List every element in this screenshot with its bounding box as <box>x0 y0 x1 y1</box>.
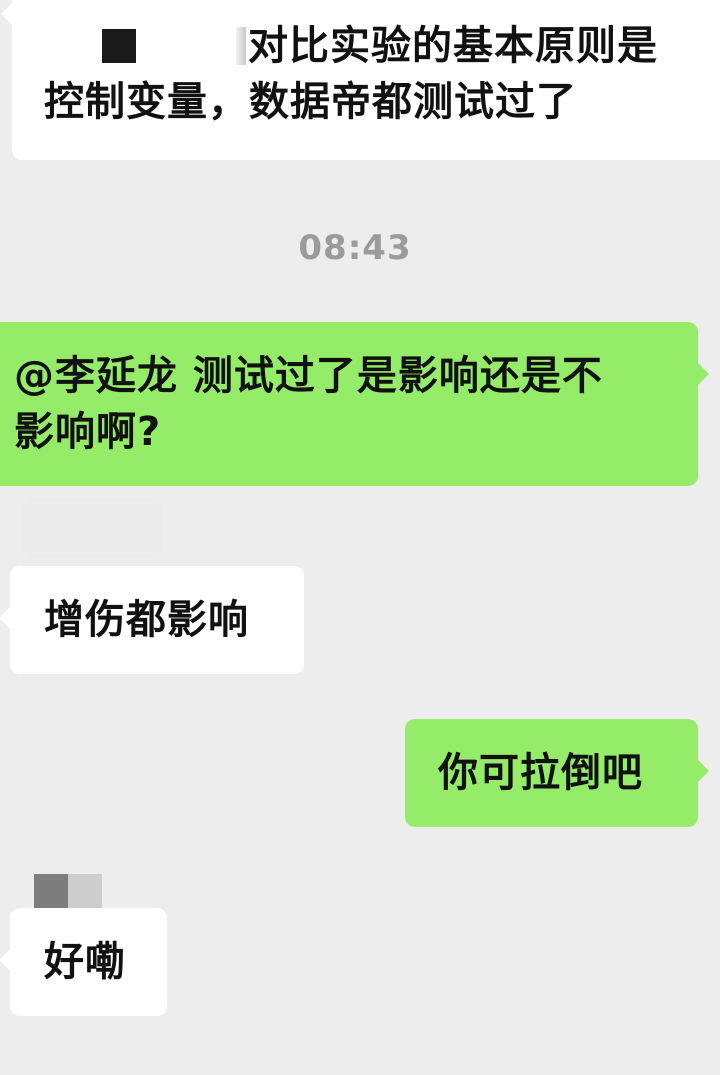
redacted-name-block <box>102 29 136 63</box>
blurred-area <box>22 498 162 558</box>
incoming-message-bubble[interactable]: 好嘞 <box>0 908 167 1016</box>
outgoing-message-bubble[interactable]: @李延龙 测试过了是影响还是不 影响啊? <box>0 322 709 486</box>
redacted-pixel <box>68 874 102 908</box>
message-line: 对比实验的基本原则是 <box>44 18 720 74</box>
redacted-name-blur <box>236 27 246 65</box>
redacted-pixel <box>34 874 68 908</box>
message-text: 控制变量，数据帝都测试过了 <box>44 79 577 125</box>
message-text: @李延龙 测试过了是影响还是不 <box>14 353 603 399</box>
message-text: 你可拉倒吧 <box>438 750 643 796</box>
incoming-message-bubble[interactable]: 增伤都影响 <box>0 566 304 674</box>
message-text: 对比实验的基本原则是 <box>248 23 658 69</box>
message-text: 影响啊? <box>14 409 162 455</box>
message-timestamp: 08:43 <box>298 228 412 268</box>
incoming-message-bubble[interactable]: 对比实验的基本原则是 控制变量，数据帝都测试过了 <box>1 0 720 160</box>
message-line: 控制变量，数据帝都测试过了 <box>44 74 720 130</box>
message-text: 增伤都影响 <box>44 597 249 643</box>
message-text: 好嘞 <box>44 939 126 985</box>
outgoing-message-bubble[interactable]: 你可拉倒吧 <box>405 719 709 827</box>
chat-window[interactable]: 对比实验的基本原则是 控制变量，数据帝都测试过了 08:43 @李延龙 测试过了… <box>0 0 720 1075</box>
redacted-sender-name <box>34 874 102 908</box>
